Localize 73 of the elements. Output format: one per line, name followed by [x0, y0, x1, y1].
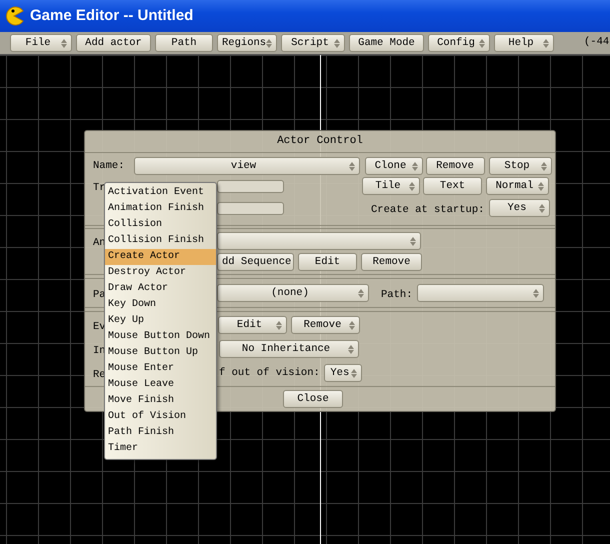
menu-item[interactable]: Move Finish	[105, 393, 216, 409]
spinner-arrows-icon	[349, 320, 355, 330]
spinner-arrows-icon	[540, 162, 547, 170]
text-button[interactable]: Text	[423, 177, 482, 195]
inherit-dropdown[interactable]: No Inheritance	[219, 340, 359, 358]
spinner-arrows-icon	[532, 288, 539, 298]
vision-dropdown[interactable]: Yes	[324, 364, 362, 382]
tile-button[interactable]: Tile	[362, 177, 420, 195]
animation-button[interactable]: Remove	[361, 253, 422, 271]
spinner-arrows-icon	[410, 236, 416, 246]
spinner-arrows-icon	[266, 38, 272, 48]
menu-item[interactable]: Mouse Button Down	[105, 329, 216, 345]
animation-button[interactable]: dd Sequence	[217, 253, 294, 271]
menu-bar-button[interactable]: Script	[281, 34, 345, 52]
spinner-arrows-icon	[358, 288, 364, 298]
pacman-icon	[4, 6, 24, 26]
field-label: Tr	[93, 182, 106, 194]
menu-bar-button[interactable]: Config	[428, 34, 490, 52]
spinner-arrows-icon	[539, 204, 546, 212]
stop-button[interactable]: Stop	[488, 157, 552, 175]
clone-button[interactable]: Clone	[364, 157, 423, 175]
menu-item[interactable]: Key Down	[105, 297, 216, 313]
spinner-arrows-icon	[334, 38, 340, 48]
startup-dropdown[interactable]: Yes	[489, 199, 550, 217]
spinner-arrows-icon	[276, 320, 282, 330]
spinner-arrows-icon	[543, 38, 549, 48]
menu-item[interactable]: Timer	[105, 441, 216, 457]
spinner-arrows-icon	[412, 162, 418, 170]
menu-item[interactable]: Draw Actor	[105, 281, 216, 297]
spinner-arrows-icon	[350, 368, 357, 378]
menu-item[interactable]: Mouse Button Up	[105, 345, 216, 361]
animation-button[interactable]: Edit	[298, 253, 357, 271]
menu-item[interactable]: Activation Event	[105, 185, 216, 201]
window-title: Game Editor -- Untitled	[30, 6, 194, 26]
field-label: Path:	[381, 289, 413, 301]
spinner-arrows-icon	[538, 182, 544, 190]
input-bar[interactable]	[217, 202, 284, 214]
menu-bar-button[interactable]: File	[10, 34, 72, 52]
animation-dropdown[interactable]	[217, 232, 421, 250]
field-label: Name:	[93, 160, 125, 172]
menu-item[interactable]: Collision	[105, 217, 216, 233]
path-dropdown[interactable]	[416, 284, 544, 302]
close-button[interactable]: Close	[283, 390, 343, 408]
normal-button[interactable]: Normal	[486, 177, 549, 195]
menu-bar-button[interactable]: Add actor	[76, 34, 151, 52]
menu-item[interactable]: Out of Vision	[105, 409, 216, 425]
menu-item[interactable]: Collision Finish	[105, 233, 216, 249]
menu-bar-button[interactable]: Regions	[217, 34, 277, 52]
menu-item[interactable]: Create Actor	[105, 249, 216, 265]
remove-button[interactable]: Remove	[426, 157, 485, 175]
name-dropdown[interactable]: view	[134, 157, 360, 175]
events-button[interactable]: Remove	[291, 316, 360, 334]
menu-item[interactable]: Path Finish	[105, 425, 216, 441]
spinner-arrows-icon	[61, 38, 67, 48]
menu-bar-button[interactable]: Help	[494, 34, 554, 52]
path-start-dropdown[interactable]: (none)	[217, 284, 369, 302]
input-bar[interactable]	[217, 180, 284, 192]
menu-item[interactable]: Mouse Enter	[105, 361, 216, 377]
coordinates-text: (-44	[584, 35, 610, 50]
field-label: Create at startup:	[371, 204, 484, 216]
menu-bar-button[interactable]: Path	[155, 34, 213, 52]
spinner-arrows-icon	[348, 162, 355, 170]
field-label: f out of vision:	[219, 368, 320, 378]
spinner-arrows-icon	[348, 344, 354, 354]
events-button[interactable]: Edit	[218, 316, 287, 334]
menu-item[interactable]: Mouse Leave	[105, 377, 216, 393]
menu-item[interactable]: Destroy Actor	[105, 265, 216, 281]
menu-item[interactable]: Key Up	[105, 313, 216, 329]
menu-item[interactable]: Animation Finish	[105, 201, 216, 217]
menu-bar-button[interactable]: Game Mode	[349, 34, 424, 52]
spinner-arrows-icon	[479, 38, 485, 48]
dialog-title: Actor Control	[277, 134, 363, 150]
spinner-arrows-icon	[409, 182, 415, 190]
